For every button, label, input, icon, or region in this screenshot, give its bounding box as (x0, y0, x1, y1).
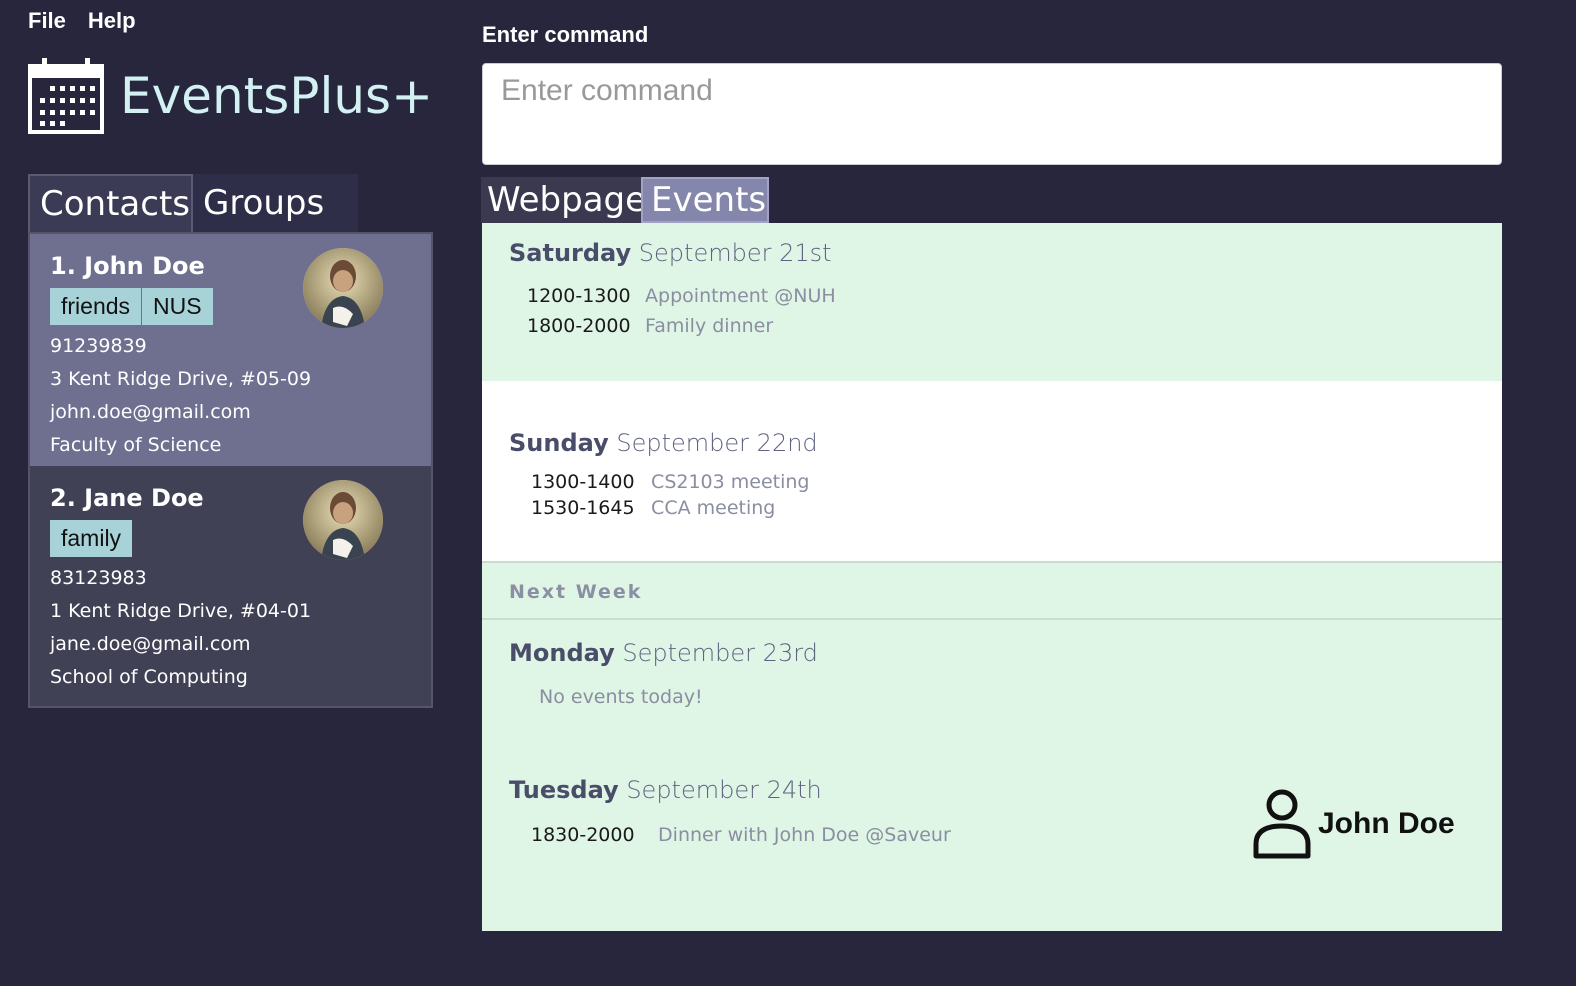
command-label: Enter command (482, 22, 649, 47)
contact-phone: 83123983 (50, 567, 147, 589)
menu-file[interactable]: File (28, 8, 66, 34)
event-desc: CS2103 meeting (651, 471, 810, 493)
tab-events[interactable]: Events (641, 177, 769, 223)
person-name: John Doe (1318, 807, 1455, 840)
divider (482, 618, 1502, 620)
day-block-sunday: Sunday September 22nd 1300-1400 CS2103 m… (482, 381, 1502, 561)
contact-card-john-doe[interactable]: 1. John Doe friends NUS 91239839 3 Kent … (30, 234, 431, 466)
contact-address: 3 Kent Ridge Drive, #05-09 (50, 368, 312, 390)
contact-email: jane.doe@gmail.com (50, 633, 251, 655)
app-title: EventsPlus+ (120, 67, 433, 125)
day-weekday: Saturday (509, 239, 632, 267)
events-panel: Saturday September 21st 1200-1300 Appoin… (482, 223, 1502, 931)
contact-card-jane-doe[interactable]: 2. Jane Doe family 83123983 1 Kent Ridge… (30, 466, 431, 698)
tab-groups[interactable]: Groups (193, 174, 358, 232)
day-date: September 23rd (622, 639, 818, 667)
event-time: 1300-1400 (531, 471, 635, 493)
calendar-icon (28, 58, 104, 134)
avatar (303, 248, 383, 328)
event-time: 1830-2000 (531, 824, 635, 846)
event-desc: Dinner with John Doe @Saveur (658, 824, 951, 846)
tab-contacts[interactable]: Contacts (28, 174, 193, 232)
day-title-monday: Monday September 23rd (509, 639, 818, 667)
event-item: 1200-1300 Appointment @NUH (527, 285, 836, 307)
command-input[interactable]: Enter command (482, 63, 1502, 165)
event-item: 1830-2000 Dinner with John Doe @Saveur (531, 824, 951, 846)
contact-faculty: Faculty of Science (50, 434, 222, 456)
event-desc: Appointment @NUH (645, 285, 836, 307)
day-date: September 22nd (616, 429, 818, 457)
avatar (303, 480, 383, 560)
day-weekday: Monday (509, 639, 615, 667)
tag: family (50, 520, 133, 557)
day-date: September 21st (638, 239, 832, 267)
day-date: September 24th (626, 776, 822, 804)
day-title: Saturday September 21st (509, 239, 832, 267)
day-block-saturday: Saturday September 21st 1200-1300 Appoin… (482, 223, 1502, 381)
left-tab-bar: Contacts Groups (28, 174, 358, 232)
right-tab-bar: Webpage Events (481, 177, 769, 223)
event-item: 1530-1645 CCA meeting (531, 497, 775, 519)
divider (482, 561, 1502, 563)
menu-help[interactable]: Help (88, 8, 136, 34)
event-item: 1300-1400 CS2103 meeting (531, 471, 810, 493)
contact-phone: 91239839 (50, 335, 147, 357)
event-person: John Doe (1252, 788, 1455, 860)
event-time: 1200-1300 (527, 285, 631, 307)
event-item: 1800-2000 Family dinner (527, 315, 773, 337)
event-time: 1530-1645 (531, 497, 635, 519)
day-weekday: Tuesday (509, 776, 619, 804)
event-desc: Family dinner (645, 315, 774, 337)
app-logo: EventsPlus+ (28, 58, 433, 134)
no-events-text: No events today! (539, 686, 703, 708)
day-title: Sunday September 22nd (509, 429, 818, 457)
menu-bar: File Help (28, 8, 136, 34)
contact-faculty: School of Computing (50, 666, 248, 688)
day-title-tuesday: Tuesday September 24th (509, 776, 822, 804)
event-time: 1800-2000 (527, 315, 631, 337)
tag: friends (50, 288, 142, 325)
contact-list[interactable]: 1. John Doe friends NUS 91239839 3 Kent … (28, 232, 433, 708)
tag: NUS (142, 288, 213, 325)
day-weekday: Sunday (509, 429, 609, 457)
contact-address: 1 Kent Ridge Drive, #04-01 (50, 600, 312, 622)
event-desc: CCA meeting (651, 497, 776, 519)
next-week-heading: Next Week (509, 581, 643, 603)
tab-webpage[interactable]: Webpage (481, 177, 646, 223)
contact-email: john.doe@gmail.com (50, 401, 251, 423)
person-icon (1253, 789, 1311, 859)
